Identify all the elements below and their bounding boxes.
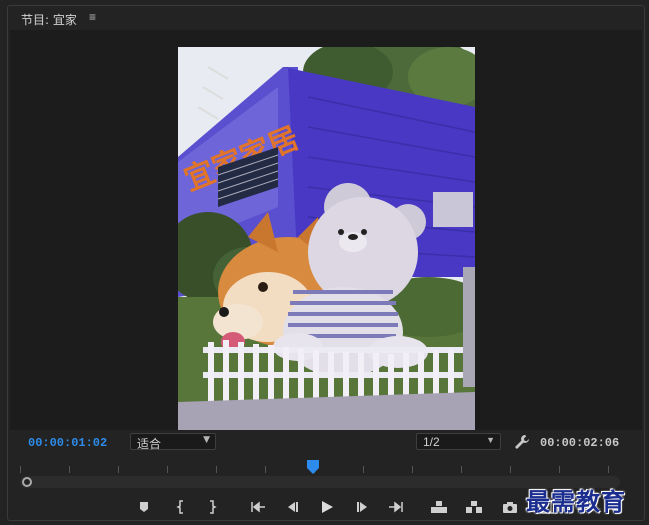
mark-out-button[interactable] bbox=[203, 498, 221, 516]
program-monitor-panel: 节目: 宜家 ≡ 宜家 bbox=[0, 0, 649, 525]
playhead[interactable] bbox=[307, 460, 319, 474]
playback-resolution-dropdown[interactable]: 1/2 ▼ bbox=[416, 433, 501, 450]
mark-in-icon bbox=[176, 500, 183, 514]
lift-button[interactable] bbox=[430, 498, 448, 516]
video-frame[interactable]: 宜家家居 bbox=[178, 47, 475, 430]
mark-in-button[interactable] bbox=[172, 498, 190, 516]
watermark-logo: 最需教育 bbox=[526, 487, 626, 516]
time-ruler[interactable] bbox=[20, 462, 620, 474]
mark-out-icon bbox=[210, 500, 217, 514]
extract-icon bbox=[466, 501, 482, 513]
camera-icon bbox=[503, 501, 517, 513]
play-icon bbox=[322, 501, 333, 513]
zoom-level-dropdown[interactable]: 适合 ▼ bbox=[130, 433, 216, 451]
step-back-icon bbox=[288, 502, 298, 512]
go-to-in-icon bbox=[251, 501, 265, 513]
duration-timecode: 00:00:02:06 bbox=[540, 436, 620, 450]
play-button[interactable] bbox=[318, 498, 336, 516]
lift-icon bbox=[431, 501, 447, 513]
chevron-down-icon: ▼ bbox=[203, 435, 210, 445]
export-frame-button[interactable] bbox=[501, 498, 519, 516]
go-to-out-button[interactable] bbox=[387, 498, 405, 516]
current-timecode[interactable]: 00:00:01:02 bbox=[28, 436, 107, 450]
step-forward-icon bbox=[357, 502, 367, 512]
wrench-icon[interactable] bbox=[514, 434, 530, 450]
go-to-in-button[interactable] bbox=[249, 498, 267, 516]
extract-button[interactable] bbox=[465, 498, 483, 516]
scrub-bar-handle[interactable] bbox=[22, 477, 32, 487]
hamburger-icon[interactable]: ≡ bbox=[89, 10, 96, 24]
marker-icon bbox=[140, 502, 148, 512]
chevron-down-icon: ▼ bbox=[486, 435, 495, 445]
zoom-level-value: 适合 bbox=[137, 437, 162, 451]
video-frame-image: 宜家家居 bbox=[178, 47, 475, 430]
panel-title[interactable]: 节目: 宜家 bbox=[21, 11, 77, 28]
step-forward-button[interactable] bbox=[354, 498, 372, 516]
go-to-out-icon bbox=[389, 501, 403, 513]
add-marker-button[interactable] bbox=[135, 498, 153, 516]
playback-resolution-value: 1/2 bbox=[423, 435, 440, 449]
step-back-button[interactable] bbox=[283, 498, 301, 516]
